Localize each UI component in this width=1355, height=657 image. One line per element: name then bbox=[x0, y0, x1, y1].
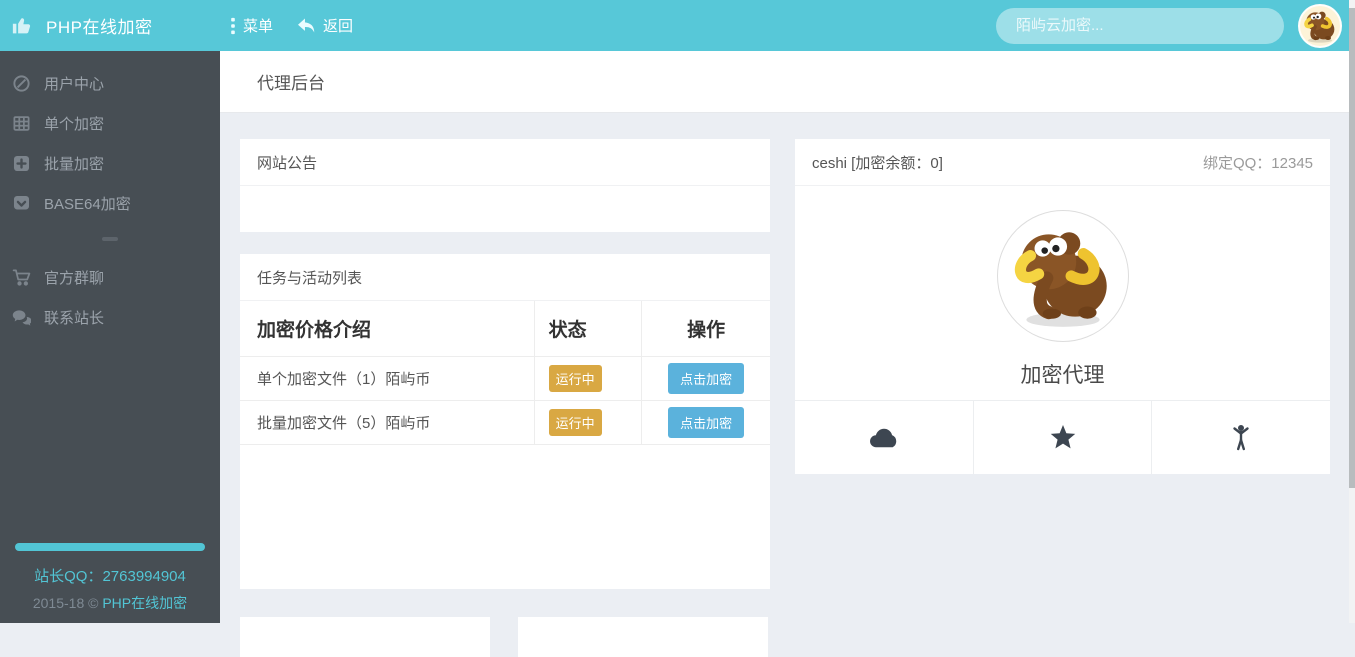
task-list-title: 任务与活动列表 bbox=[257, 269, 363, 287]
column-header-name: 加密价格介绍 bbox=[240, 301, 535, 357]
sidebar-item-single-encrypt[interactable]: 单个加密 bbox=[0, 103, 220, 143]
encrypt-button[interactable]: 点击加密 bbox=[668, 406, 745, 438]
announcement-body bbox=[240, 186, 770, 232]
menu-label: 菜单 bbox=[243, 18, 274, 35]
search-input[interactable] bbox=[996, 7, 1284, 44]
webmaster-qq: 站长QQ：2763994904 bbox=[34, 568, 186, 585]
menu-button[interactable]: 菜单 bbox=[230, 15, 273, 36]
person-action[interactable] bbox=[1152, 401, 1330, 474]
left-column: 网站公告 任务与活动列表 加密价格介绍 状态 操作 单个加密文件（1）陌屿币 运… bbox=[240, 139, 770, 657]
mammoth-avatar-icon bbox=[1002, 215, 1124, 337]
copyright-year: 2015-18 © bbox=[32, 595, 103, 611]
task-name: 单个加密文件（1）陌屿币 bbox=[240, 355, 535, 401]
page-title: 代理后台 bbox=[257, 74, 325, 93]
comments-icon bbox=[12, 309, 31, 326]
mammoth-avatar-icon bbox=[1300, 6, 1340, 46]
sidebar-footer: 站长QQ：2763994904 2015-18 © PHP在线加密 bbox=[0, 543, 220, 623]
status-badge: 运行中 bbox=[548, 408, 602, 436]
bound-qq: 绑定QQ：12345 bbox=[1202, 154, 1313, 172]
back-label: 返回 bbox=[323, 18, 354, 35]
ban-circle-icon bbox=[13, 74, 30, 92]
top-header: PHP在线加密 菜单 返回 bbox=[0, 0, 1355, 51]
profile-role: 加密代理 bbox=[1020, 364, 1105, 387]
star-action[interactable] bbox=[974, 401, 1153, 474]
sidebar-item-label: 官方群聊 bbox=[44, 269, 105, 287]
announcement-card: 网站公告 bbox=[240, 139, 770, 232]
sidebar-item-contact-webmaster[interactable]: 联系站长 bbox=[0, 297, 220, 337]
cloud-icon bbox=[869, 428, 897, 447]
column-header-action: 操作 bbox=[641, 301, 770, 357]
back-button[interactable]: 返回 bbox=[297, 15, 353, 36]
main-area: 代理后台 网站公告 任务与活动列表 加密价格介绍 状态 操作 单个加密文件（1）… bbox=[220, 51, 1355, 657]
sidebar-item-batch-encrypt[interactable]: 批量加密 bbox=[0, 143, 220, 183]
cloud-action[interactable] bbox=[795, 401, 974, 474]
plus-square-icon bbox=[13, 155, 30, 171]
right-column: ceshi [加密余额：0] 绑定QQ：12345 加密代理 bbox=[795, 139, 1330, 474]
scrollbar-thumb[interactable] bbox=[1349, 8, 1355, 488]
profile-card: ceshi [加密余额：0] 绑定QQ：12345 加密代理 bbox=[795, 139, 1330, 474]
thumbs-up-icon bbox=[12, 18, 31, 34]
chevron-square-icon bbox=[13, 195, 30, 209]
cart-icon bbox=[12, 269, 31, 286]
announcement-title: 网站公告 bbox=[257, 154, 318, 172]
sidebar: 用户中心 单个加密 批量加密 BASE64加密 官方群聊 联系站长 站长QQ：2… bbox=[0, 51, 220, 623]
profile-user-balance: ceshi [加密余额：0] bbox=[812, 154, 943, 172]
back-arrow-icon bbox=[298, 18, 315, 33]
lower-cards-row bbox=[240, 617, 770, 657]
sidebar-item-user-center[interactable]: 用户中心 bbox=[0, 63, 220, 103]
sidebar-item-label: BASE64加密 bbox=[44, 195, 131, 213]
partial-card bbox=[240, 617, 490, 657]
table-icon bbox=[13, 115, 30, 131]
table-row: 单个加密文件（1）陌屿币 运行中 点击加密 bbox=[240, 355, 770, 401]
sidebar-item-label: 批量加密 bbox=[44, 155, 105, 173]
person-icon bbox=[1233, 425, 1249, 451]
sidebar-item-group-chat[interactable]: 官方群聊 bbox=[0, 257, 220, 297]
sidebar-item-label: 联系站长 bbox=[44, 309, 105, 327]
encrypt-button[interactable]: 点击加密 bbox=[668, 362, 745, 394]
table-row: 批量加密文件（5）陌屿币 运行中 点击加密 bbox=[240, 399, 770, 445]
sidebar-item-label: 用户中心 bbox=[44, 75, 105, 93]
status-badge: 运行中 bbox=[548, 364, 602, 392]
page-titlebar: 代理后台 bbox=[220, 51, 1355, 113]
sidebar-accent-bar bbox=[15, 543, 205, 551]
copyright-brand: PHP在线加密 bbox=[102, 595, 188, 611]
partial-card bbox=[518, 617, 768, 657]
profile-footer bbox=[795, 400, 1330, 474]
task-name: 批量加密文件（5）陌屿币 bbox=[240, 399, 535, 445]
column-header-status: 状态 bbox=[533, 301, 643, 357]
profile-avatar bbox=[996, 210, 1129, 342]
scrollbar-track[interactable] bbox=[1349, 0, 1355, 623]
task-table: 加密价格介绍 状态 操作 单个加密文件（1）陌屿币 运行中 点击加密 批量加密文… bbox=[240, 301, 770, 445]
app-logo[interactable]: PHP在线加密 bbox=[0, 13, 220, 38]
user-avatar[interactable] bbox=[1298, 3, 1342, 48]
kebab-menu-icon bbox=[231, 17, 235, 34]
copyright: 2015-18 © PHP在线加密 bbox=[0, 593, 220, 613]
sidebar-item-base64-encrypt[interactable]: BASE64加密 bbox=[0, 183, 220, 223]
app-title: PHP在线加密 bbox=[46, 18, 153, 37]
star-icon bbox=[1050, 425, 1075, 449]
sidebar-divider bbox=[102, 237, 118, 241]
sidebar-item-label: 单个加密 bbox=[44, 115, 105, 133]
task-list-card: 任务与活动列表 加密价格介绍 状态 操作 单个加密文件（1）陌屿币 运行中 点击… bbox=[240, 254, 770, 589]
